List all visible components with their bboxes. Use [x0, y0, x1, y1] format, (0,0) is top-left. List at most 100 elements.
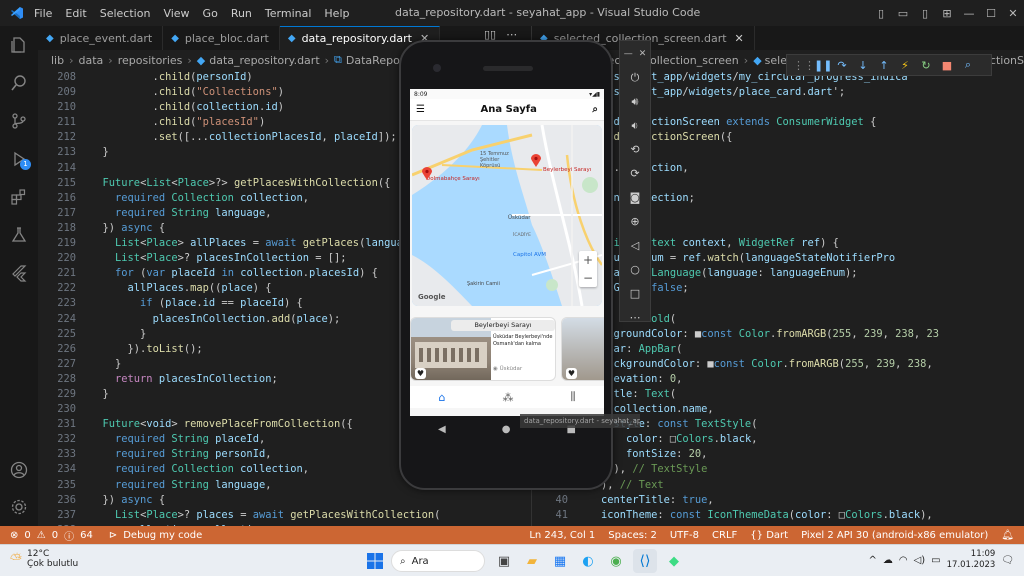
search-icon[interactable]: ⌕ [592, 104, 598, 115]
google-map[interactable]: 15 Temmuz Şehitler Köprüsü Dolmabahçe Sa… [412, 125, 602, 306]
breadcrumb-item[interactable]: data_repository.dart [209, 54, 319, 67]
warning-count[interactable]: 0 [52, 530, 58, 541]
customize-layout-icon[interactable]: ⊞ [936, 7, 958, 20]
home-icon[interactable]: ⌂ [438, 391, 445, 404]
favorite-heart-icon[interactable]: ♥ [566, 368, 577, 379]
drag-handle-icon[interactable]: ⋮⋮ [793, 59, 815, 72]
close-window-icon[interactable]: ✕ [1002, 7, 1024, 20]
menu-go[interactable]: Go [203, 7, 218, 20]
step-into-icon[interactable]: ↓ [856, 59, 870, 72]
menu-run[interactable]: Run [231, 7, 252, 20]
place-card-next[interactable]: ♥ [561, 317, 604, 381]
places-icon[interactable]: ⁂ [502, 391, 513, 404]
breadcrumb-right-item[interactable]: selected_collection_screen [592, 54, 739, 67]
error-count[interactable]: 0 [24, 530, 30, 541]
emulator-minimize-icon[interactable]: — [624, 45, 633, 63]
battery-icon[interactable]: ▭ [931, 555, 940, 566]
debug-config[interactable]: Debug my code [123, 530, 202, 541]
place-card[interactable]: Beylerbeyi Sarayı Üsküdar Beylerbeyi'nde… [410, 317, 556, 381]
emulator-close-icon[interactable]: ✕ [639, 45, 647, 63]
menu-terminal[interactable]: Terminal [265, 7, 312, 20]
info-icon[interactable]: ⓘ [64, 528, 74, 543]
phone-screen[interactable]: 8:09 ▾◢▮ ☰ Ana Sayfa ⌕ 15 Temmuz Şehitle… [410, 89, 604, 416]
task-view-icon[interactable]: ▣ [493, 549, 515, 573]
minimize-icon[interactable]: — [958, 7, 980, 20]
line-ending[interactable]: CRLF [712, 530, 737, 541]
device-selector[interactable]: Pixel 2 API 30 (android-x86 emulator) [801, 530, 988, 541]
settings-gear-icon[interactable] [0, 488, 38, 526]
breadcrumb-item[interactable]: repositories [118, 54, 183, 67]
collections-icon[interactable]: ⫼ [570, 390, 575, 404]
weather-widget[interactable]: ⛅︎ 12°C Çok bulutlu [10, 549, 78, 569]
tab-place-bloc-dart[interactable]: ◆ place_bloc.dart [163, 26, 280, 50]
wifi-icon[interactable]: ◠ [899, 555, 908, 566]
menu-help[interactable]: Help [324, 7, 349, 20]
favorite-heart-icon[interactable]: ♥ [415, 368, 426, 379]
breadcrumb-item[interactable]: lib [51, 54, 64, 67]
step-out-icon[interactable]: ↑ [877, 59, 891, 72]
clock[interactable]: 11:09 17.01.2023 [947, 549, 996, 571]
tab-place-event-dart[interactable]: ◆ place_event.dart [38, 26, 164, 50]
menu-hamburger-icon[interactable]: ☰ [416, 104, 425, 115]
map-marker-beylerbeyi[interactable] [531, 152, 541, 167]
zoom-icon[interactable]: ⊕ [630, 213, 639, 231]
menu-selection[interactable]: Selection [100, 7, 151, 20]
menu-edit[interactable]: Edit [65, 7, 86, 20]
toggle-primary-sidebar-icon[interactable]: ▯ [870, 7, 892, 20]
search-icon[interactable] [0, 64, 38, 102]
volume-up-icon[interactable]: 🔊︎ [632, 93, 639, 111]
android-studio-icon[interactable]: ◆ [663, 549, 685, 573]
toggle-panel-icon[interactable]: ▭ [892, 7, 914, 20]
notification-icon[interactable]: 🗨︎ [1001, 555, 1014, 566]
taskbar-search[interactable]: ⌕ Ara [391, 550, 485, 572]
more-icon[interactable]: ⋯ [630, 309, 641, 327]
hot-reload-icon[interactable]: ⚡ [898, 59, 912, 72]
back-icon[interactable]: ◀ [438, 424, 446, 435]
screenshot-camera-icon[interactable]: ◙ [630, 189, 641, 207]
flutter-icon[interactable] [0, 254, 38, 292]
rotate-left-icon[interactable]: ⟲ [630, 141, 639, 159]
overview-icon[interactable]: □ [630, 285, 640, 303]
indentation[interactable]: Spaces: 2 [608, 530, 657, 541]
run-debug-icon[interactable]: 1 [0, 140, 38, 178]
warnings-icon[interactable]: ⚠ [37, 530, 46, 541]
show-hidden-icons-icon[interactable]: ^ [868, 555, 876, 566]
zoom-in-button[interactable]: + [579, 251, 597, 269]
maximize-icon[interactable]: ☐ [980, 7, 1002, 20]
edge-icon[interactable]: ◐ [577, 549, 599, 573]
speaker-icon[interactable]: ◁) [914, 555, 926, 566]
home-circle-icon[interactable]: ● [502, 424, 511, 435]
restart-icon[interactable]: ↻ [919, 59, 933, 72]
map-marker-dolmabahce[interactable] [422, 165, 432, 180]
power-icon[interactable]: ⏻ [631, 69, 640, 87]
chrome-icon[interactable]: ◉ [605, 549, 627, 573]
stop-icon[interactable]: ■ [940, 59, 954, 72]
breadcrumb-item[interactable]: data [79, 54, 104, 67]
menu-view[interactable]: View [163, 7, 189, 20]
rotate-right-icon[interactable]: ⟳ [630, 165, 639, 183]
pause-icon[interactable]: ❚❚ [814, 59, 832, 72]
breadcrumb-right-item[interactable]: sele [765, 54, 787, 67]
source-control-icon[interactable] [0, 102, 38, 140]
file-explorer-icon[interactable]: ▰ [521, 549, 543, 573]
cursor-position[interactable]: Ln 243, Col 1 [529, 530, 595, 541]
home-icon[interactable]: ○ [630, 261, 640, 279]
explorer-icon[interactable] [0, 26, 38, 64]
notifications-bell-icon[interactable]: 🔔︎ [1001, 530, 1014, 541]
testing-icon[interactable] [0, 216, 38, 254]
debug-icon[interactable]: ⊳ [109, 530, 117, 541]
vscode-taskbar-icon[interactable]: ⟨⟩ [633, 549, 657, 573]
back-icon[interactable]: ◁ [631, 237, 639, 255]
account-icon[interactable] [0, 451, 38, 489]
start-button[interactable] [364, 550, 386, 572]
volume-down-icon[interactable]: 🔉︎ [632, 117, 639, 135]
info-count[interactable]: 64 [80, 530, 93, 541]
step-over-icon[interactable]: ↷ [835, 59, 849, 72]
encoding[interactable]: UTF-8 [670, 530, 699, 541]
errors-icon[interactable]: ⊗ [10, 530, 18, 541]
cloud-icon[interactable]: ☁ [883, 555, 893, 566]
toggle-secondary-sidebar-icon[interactable]: ▯ [914, 7, 936, 20]
devtools-search-icon[interactable]: ⌕ [961, 58, 975, 72]
menu-file[interactable]: File [34, 7, 52, 20]
extensions-icon[interactable] [0, 178, 38, 216]
